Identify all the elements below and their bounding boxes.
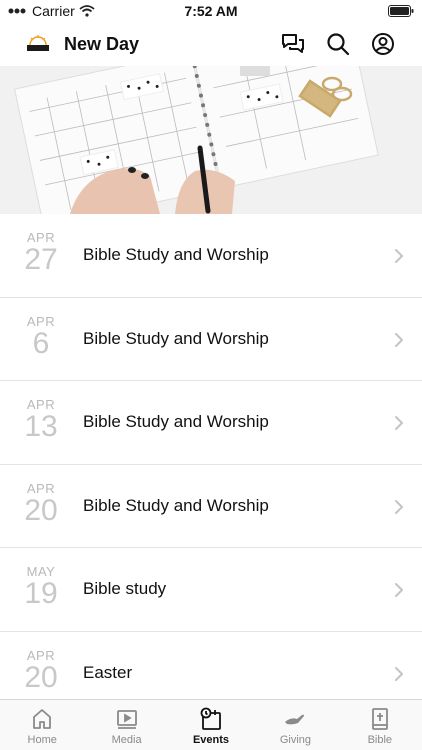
tab-label: Bible (367, 734, 393, 746)
event-title: Bible Study and Worship (83, 328, 269, 348)
event-title: Bible Study and Worship (83, 495, 269, 515)
event-row[interactable]: APR 20 Bible Study and Worship (0, 465, 422, 548)
events-list: APR 27 Bible Study and Worship APR 6 Bib… (0, 214, 422, 699)
search-icon[interactable] (325, 31, 351, 57)
tab-bar: Home Media Events Giving Bible (0, 699, 422, 750)
tab-home[interactable]: Home (0, 700, 84, 750)
event-day: 20 (24, 660, 58, 694)
chevron-right-icon (395, 249, 403, 263)
event-date: APR 13 (18, 398, 64, 442)
tab-label: Home (27, 734, 57, 746)
bible-icon (371, 708, 388, 730)
event-date: APR 20 (18, 648, 64, 694)
event-title: Easter (83, 662, 133, 682)
chevron-right-icon (395, 332, 403, 347)
event-date: APR 27 (18, 231, 64, 275)
event-title: Bible Study and Worship (83, 412, 269, 431)
event-day: 27 (24, 243, 58, 276)
event-row[interactable]: APR 20 Easter (0, 632, 422, 700)
event-date: APR 20 (18, 481, 64, 527)
event-row[interactable]: APR 6 Bible Study and Worship (0, 298, 422, 381)
event-day: 19 (24, 577, 58, 610)
tab-label: Giving (279, 734, 312, 746)
event-date: MAY 19 (18, 565, 64, 609)
app-header: New Day (0, 22, 422, 66)
app-title: New Day (64, 34, 140, 54)
home-icon (33, 709, 52, 729)
chevron-right-icon (395, 583, 403, 597)
event-date: APR 6 (18, 314, 64, 360)
event-row[interactable]: APR 13 Bible Study and Worship (0, 381, 422, 465)
events-icon (200, 707, 221, 730)
church-logo[interactable] (26, 34, 50, 54)
tab-giving[interactable]: Giving (253, 700, 337, 750)
tab-bible[interactable]: Bible (338, 700, 422, 750)
tab-label: Events (192, 734, 230, 746)
event-row[interactable]: MAY 19 Bible study (0, 548, 422, 632)
event-row[interactable]: APR 27 Bible Study and Worship (0, 214, 422, 298)
status-time: 7:52 AM (184, 3, 238, 19)
chat-icon[interactable] (280, 31, 306, 57)
event-day: 20 (24, 493, 58, 527)
giving-icon (285, 714, 305, 725)
event-day: 6 (32, 326, 50, 360)
status-bar: Carrier 7:52 AM (0, 0, 422, 22)
tab-media[interactable]: Media (84, 700, 168, 750)
event-title: Bible study (83, 579, 167, 598)
battery-icon (388, 4, 414, 20)
profile-icon[interactable] (370, 31, 396, 57)
media-icon (116, 710, 137, 729)
chevron-right-icon (395, 499, 403, 514)
event-day: 13 (24, 410, 58, 443)
event-title: Bible Study and Worship (83, 245, 269, 264)
tab-events[interactable]: Events (169, 700, 253, 750)
chevron-right-icon (395, 666, 403, 681)
tab-label: Media (111, 734, 142, 746)
chevron-right-icon (395, 416, 403, 430)
hero-image (0, 66, 422, 214)
